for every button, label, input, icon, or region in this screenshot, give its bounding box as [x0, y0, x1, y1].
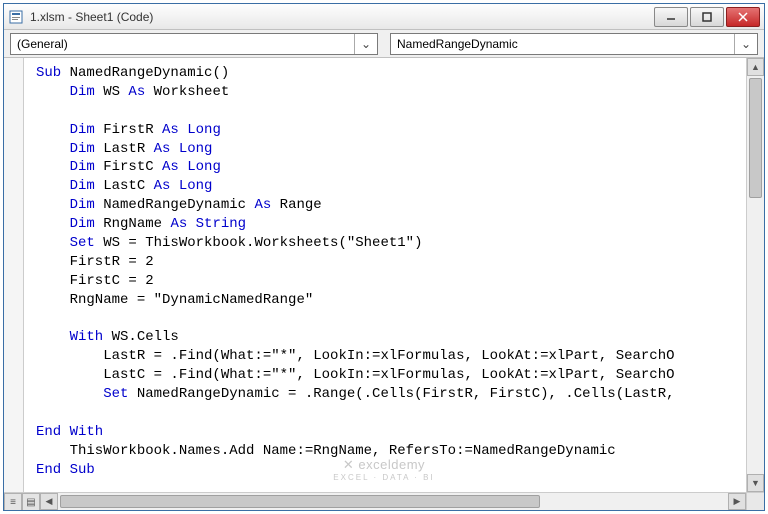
vba-code-window: 1.xlsm - Sheet1 (Code) (General) ⌄ Named… [3, 3, 765, 511]
code-area: Sub NamedRangeDynamic() Dim WS As Worksh… [4, 58, 764, 510]
hscroll-thumb[interactable] [60, 495, 540, 508]
procedure-dropdown[interactable]: NamedRangeDynamic ⌄ [390, 33, 758, 55]
window-controls [654, 7, 760, 27]
scroll-up-icon[interactable]: ▲ [747, 58, 764, 76]
code-editor[interactable]: Sub NamedRangeDynamic() Dim WS As Worksh… [24, 58, 746, 492]
vertical-scrollbar[interactable]: ▲ ▼ [746, 58, 764, 492]
procedure-dropdown-value: NamedRangeDynamic [397, 37, 518, 51]
close-button[interactable] [726, 7, 760, 27]
full-module-view-icon[interactable]: ▤ [22, 493, 40, 510]
chevron-down-icon: ⌄ [734, 34, 751, 54]
module-icon [8, 9, 24, 25]
vscroll-thumb[interactable] [749, 78, 762, 198]
scroll-corner [746, 492, 764, 510]
code-gutter [4, 58, 24, 510]
dropdown-bar: (General) ⌄ NamedRangeDynamic ⌄ [4, 30, 764, 58]
object-dropdown-value: (General) [17, 37, 68, 51]
titlebar[interactable]: 1.xlsm - Sheet1 (Code) [4, 4, 764, 30]
chevron-down-icon: ⌄ [354, 34, 371, 54]
vscroll-track[interactable] [747, 76, 764, 474]
horizontal-scrollbar[interactable]: ≡ ▤ ◀ ▶ [4, 492, 746, 510]
code-text[interactable]: Sub NamedRangeDynamic() Dim WS As Worksh… [36, 64, 734, 480]
scroll-right-icon[interactable]: ▶ [728, 493, 746, 510]
hscroll-track[interactable] [58, 493, 728, 510]
scroll-down-icon[interactable]: ▼ [747, 474, 764, 492]
minimize-button[interactable] [654, 7, 688, 27]
procedure-view-icon[interactable]: ≡ [4, 493, 22, 510]
object-dropdown[interactable]: (General) ⌄ [10, 33, 378, 55]
window-title: 1.xlsm - Sheet1 (Code) [30, 10, 654, 24]
maximize-button[interactable] [690, 7, 724, 27]
scroll-left-icon[interactable]: ◀ [40, 493, 58, 510]
